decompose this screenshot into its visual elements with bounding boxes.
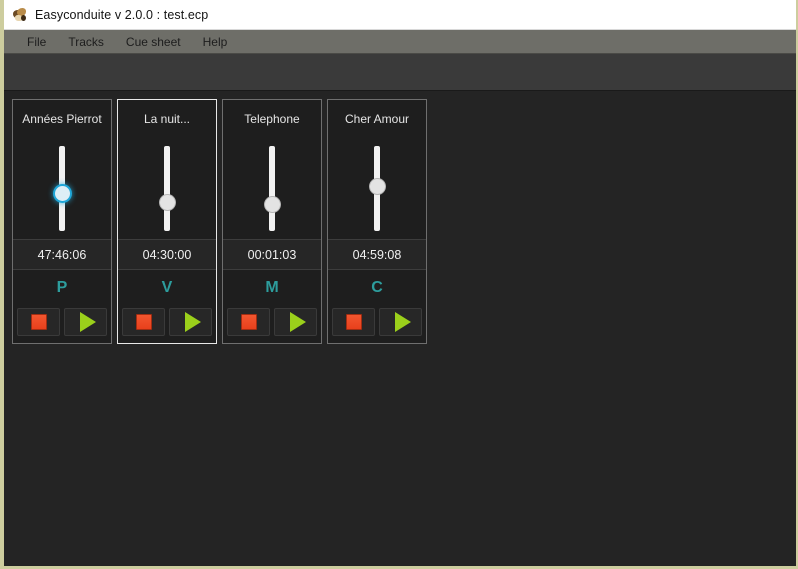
- track-panel[interactable]: Cher Amour 04:59:08 C: [327, 99, 427, 344]
- toolbar: [4, 54, 796, 91]
- slider-knob[interactable]: [159, 194, 175, 210]
- track-transport-controls: [223, 306, 321, 343]
- menu-bar: File Tracks Cue sheet Help: [4, 30, 796, 54]
- track-time: 47:46:06: [13, 239, 111, 270]
- track-key-letter: V: [118, 270, 216, 306]
- play-button[interactable]: [379, 307, 422, 336]
- track-transport-controls: [13, 306, 111, 343]
- track-time: 04:59:08: [328, 239, 426, 270]
- stop-icon: [345, 313, 362, 330]
- track-panel[interactable]: La nuit... 04:30:00 V: [117, 99, 217, 344]
- track-title: Telephone: [223, 100, 321, 138]
- track-key-letter: C: [328, 270, 426, 306]
- play-icon: [184, 311, 201, 332]
- track-title: Années Pierrot: [13, 100, 111, 138]
- play-button[interactable]: [274, 307, 317, 336]
- menu-item-help[interactable]: Help: [192, 32, 239, 52]
- slider-track: [164, 146, 170, 231]
- play-button[interactable]: [169, 307, 212, 336]
- stop-button[interactable]: [332, 307, 375, 336]
- volume-slider[interactable]: [328, 138, 426, 239]
- stop-icon: [240, 313, 257, 330]
- track-key-letter: M: [223, 270, 321, 306]
- play-icon: [394, 311, 411, 332]
- stop-button[interactable]: [227, 307, 270, 336]
- app-mask-icon: [12, 7, 28, 23]
- play-icon: [79, 311, 96, 332]
- track-panel[interactable]: Telephone 00:01:03 M: [222, 99, 322, 344]
- slider-track: [269, 146, 275, 231]
- track-time: 04:30:00: [118, 239, 216, 270]
- application-window: Easyconduite v 2.0.0 : test.ecp File Trac…: [0, 0, 798, 569]
- menu-item-tracks[interactable]: Tracks: [57, 32, 115, 52]
- stop-icon: [30, 313, 47, 330]
- stop-button[interactable]: [122, 307, 165, 336]
- title-bar: Easyconduite v 2.0.0 : test.ecp: [4, 0, 796, 30]
- track-title: La nuit...: [118, 100, 216, 138]
- slider-knob[interactable]: [369, 179, 385, 195]
- track-transport-controls: [118, 306, 216, 343]
- play-icon: [289, 311, 306, 332]
- track-key-letter: P: [13, 270, 111, 306]
- track-area: Années Pierrot 47:46:06 P La nuit... 04:30:0…: [4, 91, 796, 565]
- track-list: Années Pierrot 47:46:06 P La nuit... 04:30:0…: [12, 99, 796, 344]
- track-time: 00:01:03: [223, 239, 321, 270]
- stop-button[interactable]: [17, 307, 60, 336]
- slider-knob[interactable]: [264, 196, 280, 212]
- track-transport-controls: [328, 306, 426, 343]
- volume-slider[interactable]: [223, 138, 321, 239]
- track-title: Cher Amour: [328, 100, 426, 138]
- track-panel[interactable]: Années Pierrot 47:46:06 P: [12, 99, 112, 344]
- play-button[interactable]: [64, 307, 107, 336]
- stop-icon: [135, 313, 152, 330]
- volume-slider[interactable]: [13, 138, 111, 239]
- slider-knob[interactable]: [54, 186, 70, 202]
- menu-item-cue-sheet[interactable]: Cue sheet: [115, 32, 192, 52]
- volume-slider[interactable]: [118, 138, 216, 239]
- window-title: Easyconduite v 2.0.0 : test.ecp: [35, 7, 209, 22]
- menu-item-file[interactable]: File: [16, 32, 57, 52]
